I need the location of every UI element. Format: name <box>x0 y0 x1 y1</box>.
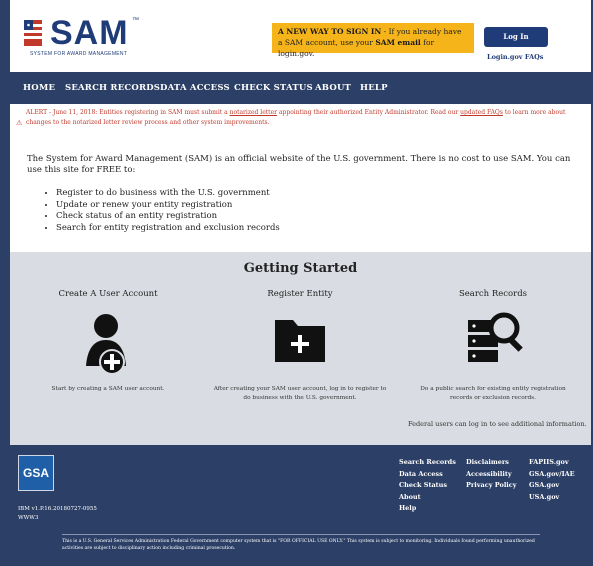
signin-bold: SAM email <box>375 38 421 47</box>
alert-text: ALERT - June 11, 2018: Entities register… <box>26 108 586 128</box>
left-border <box>0 0 10 566</box>
folder-add-icon[interactable] <box>273 316 327 364</box>
getting-started-section: Getting Started Create A User Account St… <box>10 252 591 445</box>
create-account-card: Create A User Account <box>18 289 198 299</box>
intro-text: The System for Award Management (SAM) is… <box>27 154 571 175</box>
footer-link[interactable]: Privacy Policy <box>466 480 517 492</box>
search-records-card: Search Records <box>403 289 583 299</box>
header: SAM ™ SYSTEM FOR AWARD MANAGEMENT A NEW … <box>10 0 591 72</box>
list-item: Register to do business with the U.S. go… <box>56 188 556 200</box>
updated-faqs-link[interactable]: updated FAQs <box>460 109 503 116</box>
footer-links-col-2: Disclaimers Accessibility Privacy Policy <box>466 457 517 492</box>
gsa-logo[interactable]: GSA <box>18 455 54 491</box>
page: SAM ™ SYSTEM FOR AWARD MANAGEMENT A NEW … <box>0 0 593 566</box>
create-account-desc: Start by creating a SAM user account. <box>51 386 165 392</box>
warning-icon: ⚠ <box>16 119 23 127</box>
register-entity-title[interactable]: Register Entity <box>210 289 390 299</box>
list-item: Update or renew your entity registration <box>56 200 556 212</box>
nav-data-access[interactable]: DATA ACCESS <box>160 72 230 104</box>
nav-home[interactable]: HOME <box>23 72 55 104</box>
flag-icon <box>24 20 42 46</box>
database-search-icon[interactable] <box>466 312 528 368</box>
logo-subtitle: SYSTEM FOR AWARD MANAGEMENT <box>30 51 128 57</box>
create-account-title[interactable]: Create A User Account <box>18 289 198 299</box>
build-version: IBM v1.P.16.20180727-0955 <box>18 506 97 512</box>
footer-disclaimer: This is a U.S. General Services Administ… <box>62 539 535 551</box>
nav-help[interactable]: HELP <box>360 72 388 104</box>
nav-check-status[interactable]: CHECK STATUS <box>234 72 313 104</box>
alert-banner: ⚠ ALERT - June 11, 2018: Entities regist… <box>16 108 588 134</box>
footer: GSA IBM v1.P.16.20180727-0955 WWW3 Searc… <box>10 445 591 566</box>
list-item: Search for entity registration and exclu… <box>56 223 556 235</box>
footer-link[interactable]: About <box>399 492 456 504</box>
build-info: IBM v1.P.16.20180727-0955 WWW3 <box>18 505 97 523</box>
main-nav: HOME SEARCH RECORDS DATA ACCESS CHECK ST… <box>10 72 591 104</box>
footer-link[interactable]: USA.gov <box>529 492 575 504</box>
build-server: WWW3 <box>18 515 39 521</box>
footer-links-col-3: FAPIIS.gov GSA.gov/IAE GSA.gov USA.gov <box>529 457 575 503</box>
footer-link[interactable]: Check Status <box>399 480 456 492</box>
logo-trademark: ™ <box>132 17 139 24</box>
nav-about[interactable]: ABOUT <box>315 72 351 104</box>
search-records-title[interactable]: Search Records <box>403 289 583 299</box>
footer-link[interactable]: Data Access <box>399 469 456 481</box>
federal-users-note: Federal users can log in to see addition… <box>408 420 587 428</box>
notarized-letter-link[interactable]: notarized letter <box>230 109 277 116</box>
nav-search-records[interactable]: SEARCH RECORDS <box>65 72 160 104</box>
footer-link[interactable]: FAPIIS.gov <box>529 457 575 469</box>
register-entity-card: Register Entity <box>210 289 390 299</box>
alert-prefix: ALERT - June 11, 2018: Entities register… <box>26 109 230 116</box>
signin-notice: A NEW WAY TO SIGN IN - If you already ha… <box>272 23 474 58</box>
footer-divider <box>62 534 540 535</box>
login-button[interactable]: Log In <box>484 27 548 47</box>
search-records-desc: Do a public search for existing entity r… <box>420 386 566 401</box>
login-faq-link[interactable]: Login.gov FAQs <box>487 53 543 61</box>
alert-middle: appointing their authorized Entity Admin… <box>277 109 461 116</box>
footer-link[interactable]: GSA.gov <box>529 480 575 492</box>
footer-link[interactable]: Search Records <box>399 457 456 469</box>
register-entity-desc: After creating your SAM user account, lo… <box>213 386 387 401</box>
footer-link[interactable]: GSA.gov/IAE <box>529 469 575 481</box>
intro-bullet-list: Register to do business with the U.S. go… <box>44 188 556 234</box>
signin-headline: A NEW WAY TO SIGN IN <box>278 27 382 36</box>
footer-links-col-1: Search Records Data Access Check Status … <box>399 457 456 515</box>
footer-link[interactable]: Disclaimers <box>466 457 517 469</box>
user-add-icon[interactable] <box>82 310 132 376</box>
getting-started-title: Getting Started <box>243 261 358 276</box>
footer-link[interactable]: Help <box>399 503 456 515</box>
sam-logo[interactable]: SAM ™ SYSTEM FOR AWARD MANAGEMENT <box>24 14 144 62</box>
footer-link[interactable]: Accessibility <box>466 469 517 481</box>
logo-wordmark: SAM <box>50 14 129 52</box>
list-item: Check status of an entity registration <box>56 211 556 223</box>
